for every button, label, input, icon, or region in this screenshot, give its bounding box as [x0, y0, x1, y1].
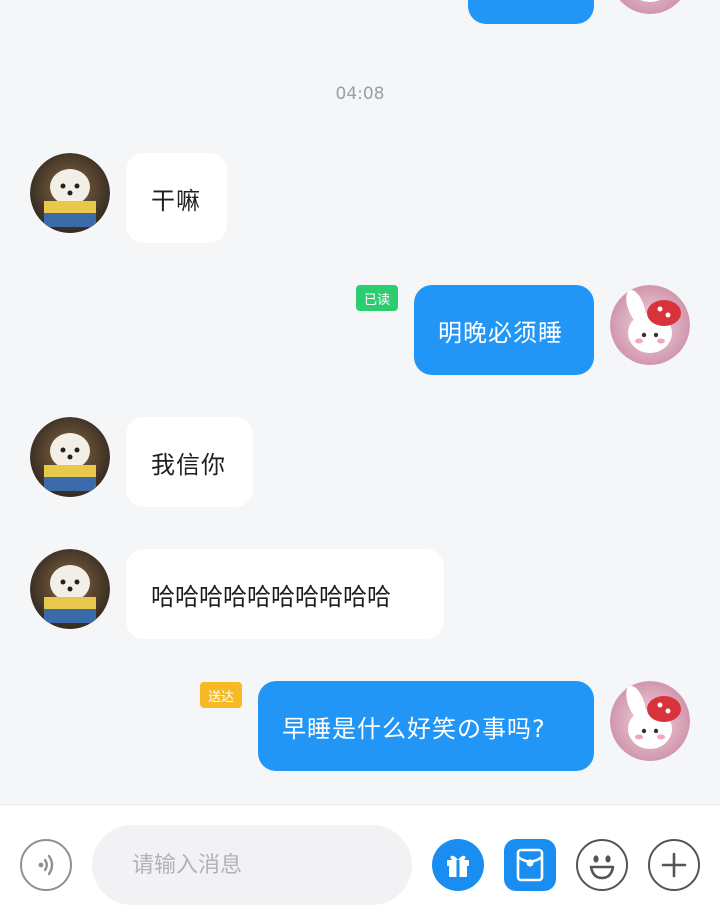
- dog-avatar-image: [30, 549, 110, 629]
- message-text: 哈哈哈哈哈哈哈哈哈哈: [151, 582, 391, 611]
- contact-avatar[interactable]: [30, 417, 110, 497]
- message-text: 早睡是什么好笑の事吗?: [282, 714, 546, 743]
- bunny-avatar-image: [610, 285, 690, 365]
- my-avatar[interactable]: [610, 0, 690, 14]
- outgoing-message-bubble[interactable]: 早睡是什么好笑の事吗?: [258, 681, 594, 771]
- message-timestamp: 04:08: [335, 84, 385, 104]
- message-text: 我信你: [151, 450, 226, 479]
- outgoing-message-bubble[interactable]: 明晚必须睡: [414, 285, 594, 375]
- bunny-avatar-image: [619, 0, 681, 14]
- chat-area[interactable]: 04:08 干嘛 已读 明晚必须睡 我信你 哈哈哈哈哈哈哈哈哈哈 送达 早睡是什…: [0, 0, 720, 804]
- incoming-message-bubble[interactable]: 哈哈哈哈哈哈哈哈哈哈: [126, 549, 444, 639]
- red-packet-button[interactable]: [504, 839, 556, 891]
- emoji-button[interactable]: [576, 839, 628, 891]
- plus-icon: [661, 852, 687, 878]
- bunny-avatar-image: [610, 681, 690, 761]
- message-text: 明晚必须睡: [438, 318, 563, 347]
- read-status-badge: 已读: [356, 285, 399, 311]
- dog-avatar-image: [30, 153, 110, 233]
- dog-avatar-image: [30, 417, 110, 497]
- red-packet-icon: [516, 848, 544, 882]
- my-avatar[interactable]: [610, 285, 690, 365]
- add-more-button[interactable]: [648, 839, 700, 891]
- my-avatar[interactable]: [610, 681, 690, 761]
- message-text: 干嘛: [151, 186, 201, 215]
- delivered-status-badge: 送达: [200, 682, 243, 708]
- contact-avatar[interactable]: [30, 153, 110, 233]
- voice-button[interactable]: [20, 839, 72, 891]
- outgoing-message-bubble[interactable]: [468, 0, 594, 24]
- incoming-message-bubble[interactable]: 干嘛: [126, 153, 227, 243]
- contact-avatar[interactable]: [30, 549, 110, 629]
- voice-icon: [38, 854, 54, 876]
- gift-button[interactable]: [432, 839, 484, 891]
- message-input[interactable]: [92, 825, 412, 905]
- incoming-message-bubble[interactable]: 我信你: [126, 417, 253, 507]
- message-input-bar: [0, 804, 720, 924]
- gift-icon: [447, 855, 469, 877]
- emoji-icon: [589, 855, 615, 880]
